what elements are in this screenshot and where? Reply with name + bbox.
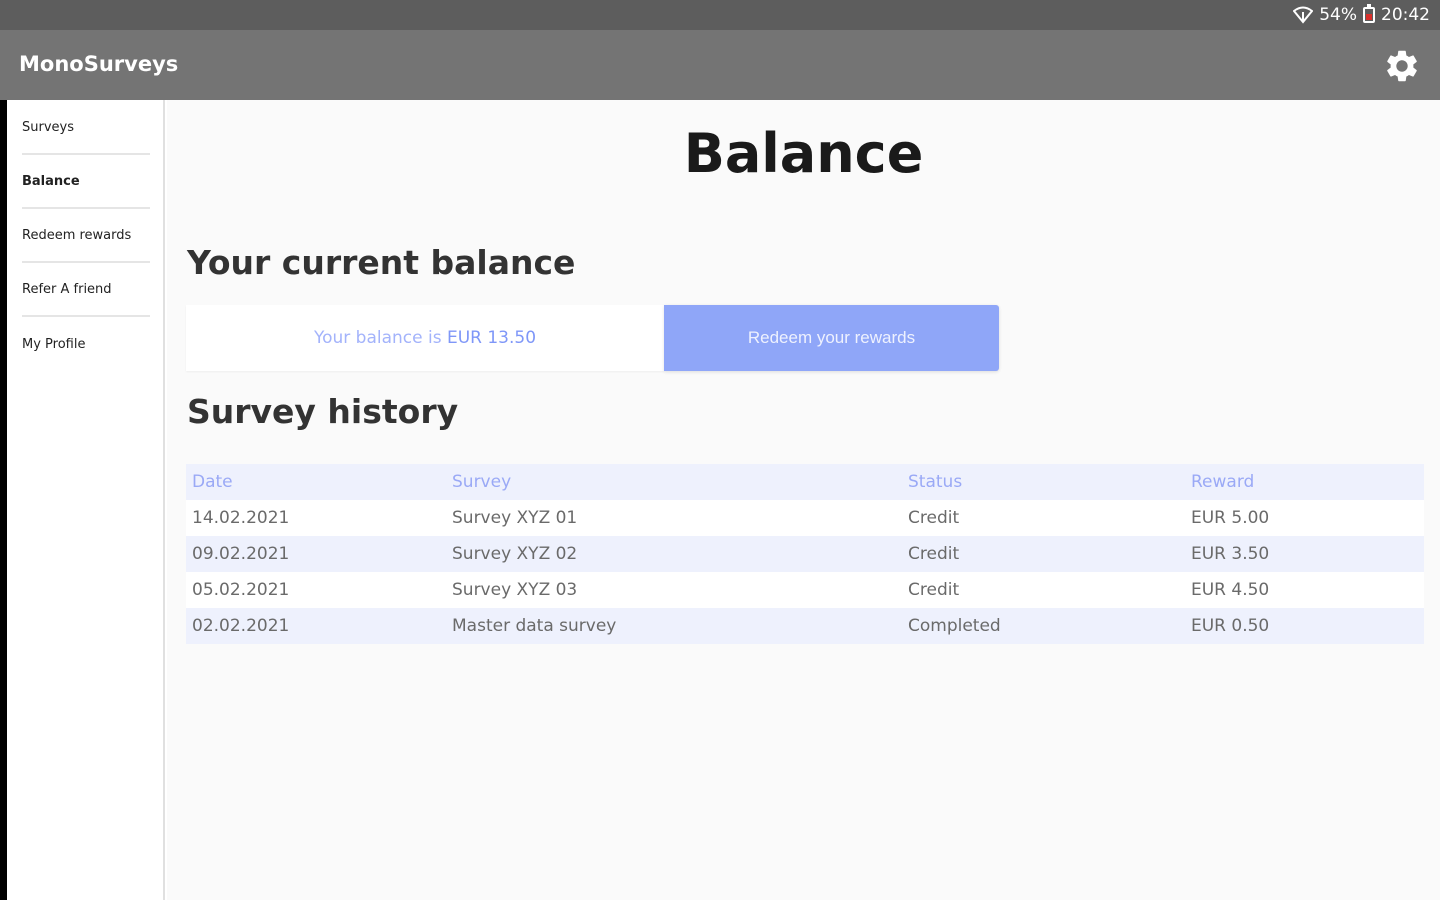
cell-reward: EUR 4.50 [1191,580,1270,600]
table-row[interactable]: 02.02.2021 Master data survey Completed … [186,608,1424,644]
current-balance-heading: Your current balance [187,243,576,282]
table-header-row: Date Survey Status Reward [186,464,1424,500]
table-row[interactable]: 05.02.2021 Survey XYZ 03 Credit EUR 4.50 [186,572,1424,608]
sidebar-item-surveys[interactable]: Surveys [22,101,150,155]
redeem-rewards-button[interactable]: Redeem your rewards [664,305,999,371]
cell-reward: EUR 3.50 [1191,544,1270,564]
column-header-status[interactable]: Status [902,464,1185,500]
battery-percentage: 54% [1319,5,1357,25]
sidebar-item-label: My Profile [22,336,86,352]
sidebar-item-my-profile[interactable]: My Profile [22,317,150,371]
sidebar-item-label: Refer A friend [22,281,112,297]
cell-reward: EUR 0.50 [1191,616,1270,636]
column-header-date[interactable]: Date [186,464,446,500]
cell-reward: EUR 5.00 [1191,508,1270,528]
cell-date: 02.02.2021 [192,616,290,636]
cell-status: Credit [908,508,960,528]
survey-history-table: Date Survey Status Reward 14.02.2021 Sur… [186,464,1424,644]
sidebar-item-refer-a-friend[interactable]: Refer A friend [22,263,150,317]
cell-date: 05.02.2021 [192,580,290,600]
cell-survey: Survey XYZ 02 [452,544,578,564]
wifi-icon [1293,6,1314,24]
survey-history-heading: Survey history [187,392,459,431]
table-row[interactable]: 09.02.2021 Survey XYZ 02 Credit EUR 3.50 [186,536,1424,572]
cell-survey: Master data survey [452,616,617,636]
status-indicators: 54% 20:42 [1293,4,1430,26]
sidebar-item-label: Balance [22,173,80,189]
app-title: MonoSurveys [19,52,179,76]
column-header-reward[interactable]: Reward [1185,464,1424,500]
battery-icon [1363,4,1375,23]
cell-date: 14.02.2021 [192,508,290,528]
cell-status: Credit [908,580,960,600]
clock: 20:42 [1381,5,1430,25]
balance-text: Your balance is [313,328,447,348]
balance-amount: EUR 13.50 [446,328,537,348]
left-edge [0,100,10,900]
app-bar: MonoSurveys [0,30,1440,100]
sidebar-item-redeem-rewards[interactable]: Redeem rewards [22,209,150,263]
gear-icon[interactable] [1383,47,1421,85]
sidebar: Surveys Balance Redeem rewards Refer A f… [7,100,165,900]
cell-date: 09.02.2021 [192,544,290,564]
main-content: Balance Your current balance Your balanc… [167,100,1440,900]
sidebar-item-balance[interactable]: Balance [22,155,150,209]
cell-status: Completed [908,616,1001,636]
page-title: Balance [683,122,924,185]
sidebar-item-label: Redeem rewards [22,227,132,243]
column-header-survey[interactable]: Survey [446,464,902,500]
sidebar-item-label: Surveys [22,119,74,135]
balance-card: Your balance is EUR 13.50 [186,305,664,371]
status-bar: 54% 20:42 [0,0,1440,30]
table-row[interactable]: 14.02.2021 Survey XYZ 01 Credit EUR 5.00 [186,500,1424,536]
cell-survey: Survey XYZ 03 [452,580,578,600]
cell-survey: Survey XYZ 01 [452,508,578,528]
cell-status: Credit [908,544,960,564]
